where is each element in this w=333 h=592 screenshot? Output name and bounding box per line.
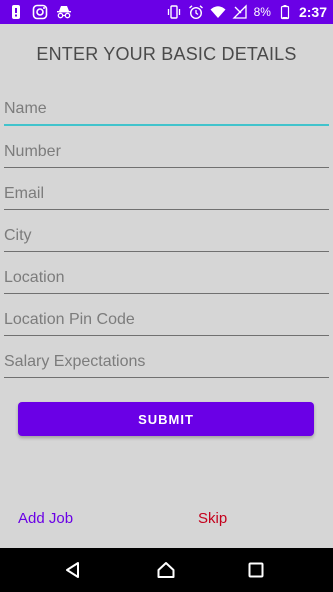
status-bar: 8% 2:37 <box>0 0 333 24</box>
salary-expectations-field[interactable] <box>4 336 329 378</box>
basic-details-form: ENTER YOUR BASIC DETAILS SUBMIT Add Job … <box>0 24 333 548</box>
instagram-icon <box>32 4 48 20</box>
form-title: ENTER YOUR BASIC DETAILS <box>36 44 297 64</box>
number-field-container <box>4 126 329 168</box>
name-field[interactable] <box>4 84 329 126</box>
location-pin-code-field[interactable] <box>4 294 329 336</box>
pin-code-field-container <box>4 294 329 336</box>
name-field-container <box>4 84 329 126</box>
signal-icon <box>232 4 247 19</box>
vibrate-icon <box>167 5 180 19</box>
salary-field-container <box>4 336 329 378</box>
location-field[interactable] <box>4 252 329 294</box>
battery-percent: 8% <box>253 5 271 19</box>
add-job-link[interactable]: Add Job <box>18 510 73 527</box>
battery-icon <box>280 5 290 20</box>
city-field-container <box>4 210 329 252</box>
email-field-container <box>4 168 329 210</box>
location-field-container <box>4 252 329 294</box>
submit-button[interactable]: SUBMIT <box>18 402 314 436</box>
incognito-icon <box>57 6 71 19</box>
wifi-icon <box>210 6 226 18</box>
skip-link[interactable]: Skip <box>198 510 227 527</box>
back-icon[interactable] <box>63 560 83 580</box>
city-field[interactable] <box>4 210 329 252</box>
home-icon[interactable] <box>156 560 176 580</box>
notification-icon <box>12 5 20 19</box>
clock: 2:37 <box>298 4 327 20</box>
navigation-bar <box>0 548 333 592</box>
recent-apps-icon[interactable] <box>246 560 266 580</box>
alarm-icon <box>188 5 203 20</box>
email-field[interactable] <box>4 168 329 210</box>
number-field[interactable] <box>4 126 329 168</box>
